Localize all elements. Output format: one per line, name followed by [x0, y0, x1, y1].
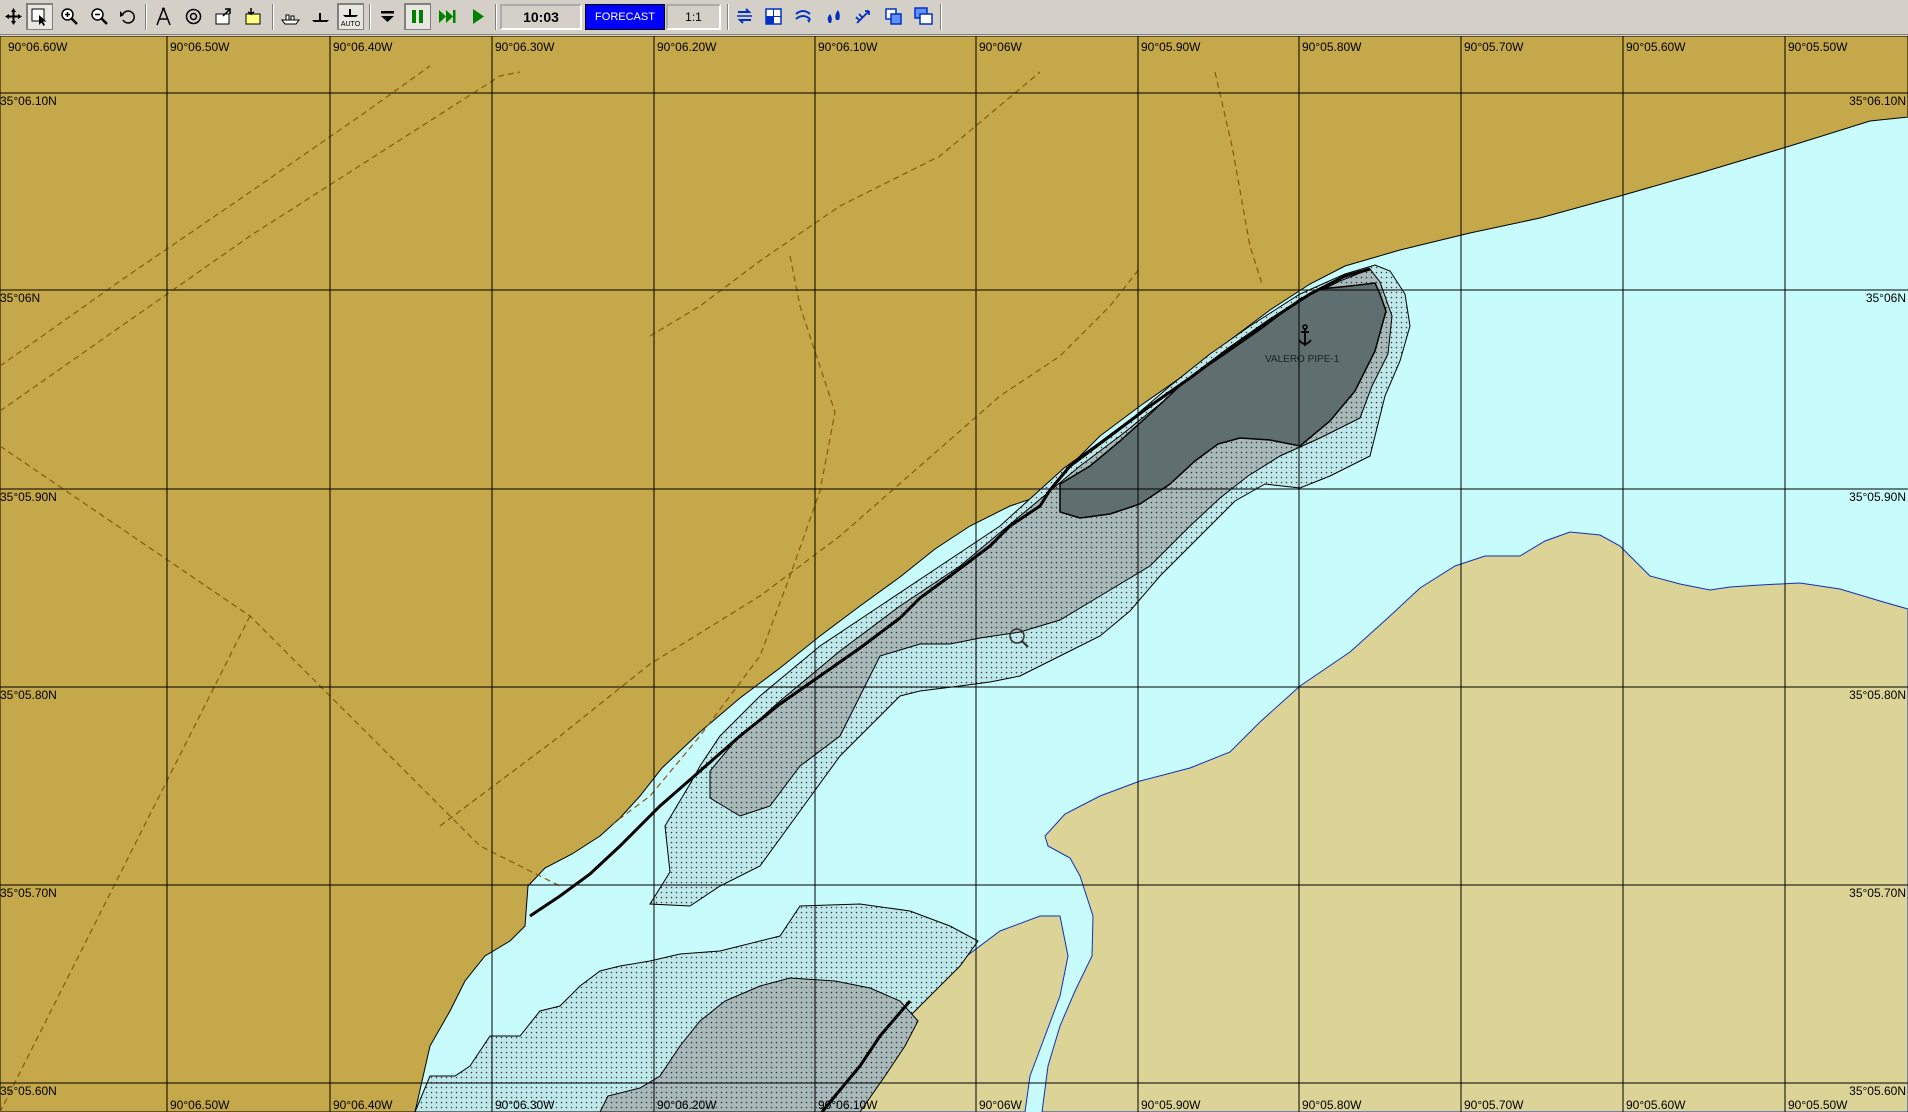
- lon-label-top: 90°06.60W: [8, 40, 68, 54]
- forecast-button[interactable]: FORECAST: [585, 4, 665, 30]
- lat-label-right: 35°06N: [1866, 291, 1906, 305]
- lat-label-left: 35°05.90N: [0, 490, 57, 504]
- lon-label-top: 90°05.50W: [1788, 40, 1848, 54]
- auto-icon[interactable]: AUTO: [337, 3, 364, 30]
- lat-label-left: 35°05.60N: [0, 1084, 57, 1098]
- collapse-icon[interactable]: [374, 3, 401, 30]
- auto-label: AUTO: [340, 21, 361, 28]
- current-icon[interactable]: [790, 3, 817, 30]
- grid-icon[interactable]: [760, 3, 787, 30]
- pipe-label: VALERO PIPE-1: [1265, 354, 1340, 365]
- lon-label-bottom: 90°05.90W: [1141, 1098, 1201, 1112]
- wind-icon[interactable]: [850, 3, 877, 30]
- lon-label-top: 90°06.30W: [495, 40, 555, 54]
- lat-label-left: 35°05.70N: [0, 886, 57, 900]
- lon-label-bottom: 90°06W: [979, 1098, 1022, 1112]
- lon-label-top: 90°06.10W: [818, 40, 878, 54]
- pan-icon[interactable]: [0, 3, 27, 30]
- lat-label-right: 35°05.60N: [1849, 1084, 1906, 1098]
- lon-label-bottom: 90°06.40W: [333, 1098, 393, 1112]
- lon-label-top: 90°06.20W: [657, 40, 717, 54]
- lon-label-bottom: 90°05.70W: [1464, 1098, 1524, 1112]
- bathymetry-icon[interactable]: [820, 3, 847, 30]
- lon-label-bottom: 90°06.20W: [657, 1098, 717, 1112]
- center-icon[interactable]: [180, 3, 207, 30]
- lat-label-left: 35°05.80N: [0, 688, 57, 702]
- lon-label-top: 90°06.40W: [333, 40, 393, 54]
- lon-label-bottom: 90°05.50W: [1788, 1098, 1848, 1112]
- import-icon[interactable]: [240, 3, 267, 30]
- zoom-out-icon[interactable]: [86, 3, 113, 30]
- lon-label-top: 90°05.80W: [1302, 40, 1362, 54]
- toolbar: AUTO 10:03 FORECAST 1:1: [0, 0, 1908, 35]
- lat-label-left: 35°06N: [0, 291, 40, 305]
- lat-label-right: 35°05.80N: [1849, 688, 1906, 702]
- lat-label-right: 35°06.10N: [1849, 94, 1906, 108]
- lon-label-bottom: 90°05.80W: [1302, 1098, 1362, 1112]
- fast-forward-icon[interactable]: [434, 3, 461, 30]
- lat-label-left: 35°06.10N: [0, 94, 57, 108]
- undo-icon[interactable]: [114, 3, 141, 30]
- lon-label-top: 90°05.70W: [1464, 40, 1524, 54]
- lon-label-bottom: 90°06.30W: [495, 1098, 555, 1112]
- windows-icon[interactable]: [910, 3, 937, 30]
- play-icon[interactable]: [464, 3, 491, 30]
- lon-label-bottom: 90°05.60W: [1626, 1098, 1686, 1112]
- lon-label-top: 90°06W: [979, 40, 1022, 54]
- scale-field[interactable]: 1:1: [666, 4, 721, 30]
- chart-map[interactable]: 90°06.60W 90°06.50W 90°06.40W 90°06.30W …: [0, 36, 1908, 1112]
- zoom-in-icon[interactable]: [56, 3, 83, 30]
- route-icon[interactable]: [150, 3, 177, 30]
- lat-label-right: 35°05.90N: [1849, 490, 1906, 504]
- lon-label-top: 90°05.90W: [1141, 40, 1201, 54]
- swap-icon[interactable]: [731, 3, 758, 30]
- layers-icon[interactable]: [880, 3, 907, 30]
- lon-label-top: 90°05.60W: [1626, 40, 1686, 54]
- time-field[interactable]: 10:03: [500, 4, 582, 30]
- ship-icon[interactable]: [277, 3, 304, 30]
- lon-label-bottom: 90°06.50W: [170, 1098, 230, 1112]
- lon-label-top: 90°06.50W: [170, 40, 230, 54]
- export-icon[interactable]: [210, 3, 237, 30]
- lon-label-bottom: 90°06.10W: [818, 1098, 878, 1112]
- pause-icon[interactable]: [404, 3, 431, 30]
- lat-label-right: 35°05.70N: [1849, 886, 1906, 900]
- select-icon[interactable]: [26, 3, 53, 30]
- vessel-icon[interactable]: [307, 3, 334, 30]
